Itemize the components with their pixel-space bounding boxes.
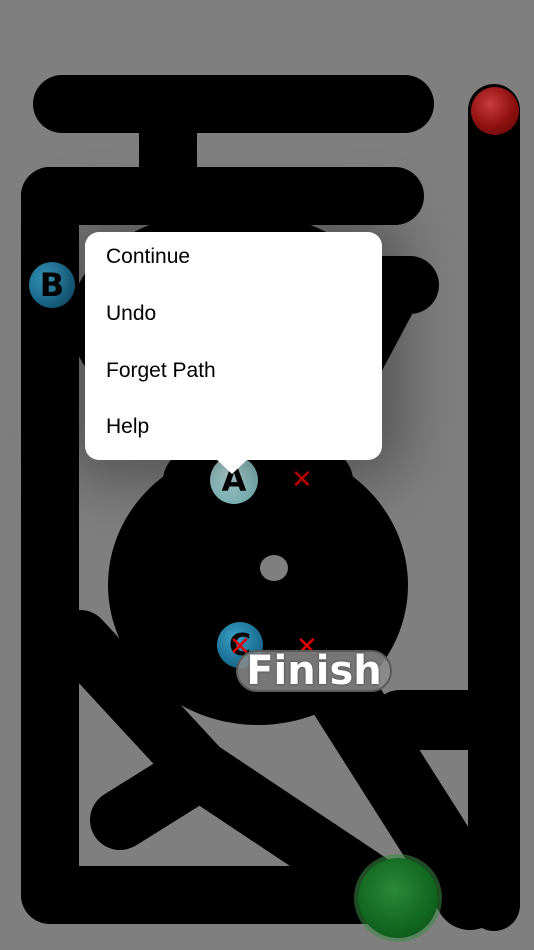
blob-hole	[260, 555, 288, 581]
menu-item-continue[interactable]: Continue	[106, 237, 190, 277]
maze-board[interactable]	[0, 0, 534, 950]
menu-item-undo[interactable]: Undo	[106, 294, 156, 334]
menu-item-forget-path[interactable]: Forget Path	[106, 351, 216, 391]
marker-b[interactable]: B	[29, 262, 75, 308]
popup-menu: Continue Undo Forget Path Help	[85, 232, 382, 460]
popup-arrow	[215, 458, 249, 474]
green-ball-goal[interactable]	[358, 858, 438, 938]
x-mark-icon: ✕	[291, 465, 313, 495]
path-lower-left-spur	[90, 740, 230, 850]
menu-item-help[interactable]: Help	[106, 407, 149, 447]
finish-button[interactable]: Finish	[236, 648, 392, 694]
red-ball-start[interactable]	[471, 87, 519, 135]
